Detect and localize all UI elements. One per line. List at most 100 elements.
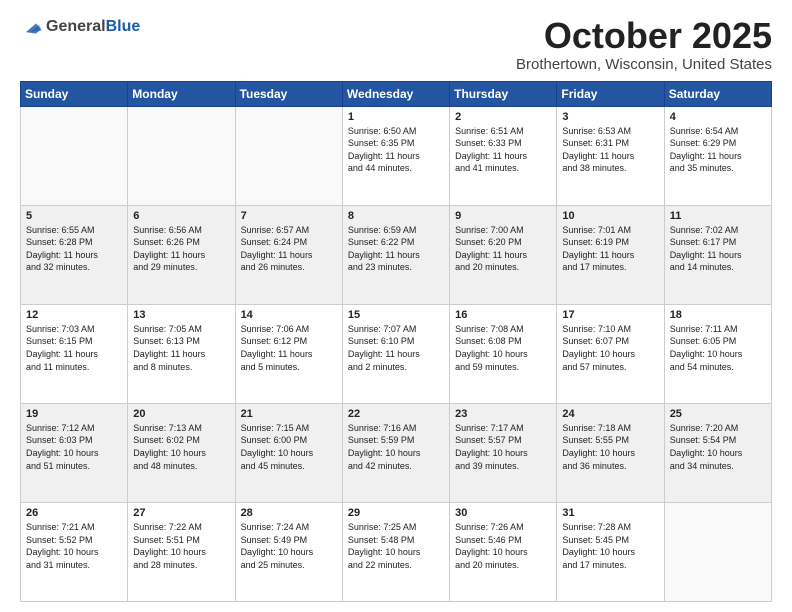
day-number: 26 — [26, 507, 122, 519]
day-number: 9 — [455, 210, 551, 222]
day-number: 4 — [670, 111, 766, 123]
day-info: Sunrise: 7:22 AM Sunset: 5:51 PM Dayligh… — [133, 521, 229, 571]
day-info: Sunrise: 7:02 AM Sunset: 6:17 PM Dayligh… — [670, 224, 766, 274]
calendar-cell: 27Sunrise: 7:22 AM Sunset: 5:51 PM Dayli… — [128, 502, 235, 601]
calendar-cell: 13Sunrise: 7:05 AM Sunset: 6:13 PM Dayli… — [128, 304, 235, 403]
day-info: Sunrise: 6:57 AM Sunset: 6:24 PM Dayligh… — [241, 224, 337, 274]
day-info: Sunrise: 7:16 AM Sunset: 5:59 PM Dayligh… — [348, 422, 444, 472]
logo: GeneralBlue — [20, 16, 140, 38]
calendar-cell: 26 Sunrise: 7:21 AM Sunset: 5:52 PM Dayli… — [21, 502, 128, 601]
day-number: 18 — [670, 309, 766, 321]
day-info: Sunrise: 7:10 AM Sunset: 6:07 PM Dayligh… — [562, 323, 658, 373]
day-info: Sunrise: 7:11 AM Sunset: 6:05 PM Dayligh… — [670, 323, 766, 373]
calendar-cell: 5 Sunrise: 6:55 AM Sunset: 6:28 PM Daylig… — [21, 205, 128, 304]
calendar-week-2: 12 Sunrise: 7:03 AM Sunset: 6:15 PM Dayli… — [21, 304, 772, 403]
day-number: 3 — [562, 111, 658, 123]
calendar-table: Sunday Monday Tuesday Wednesday Thursday… — [20, 81, 772, 602]
calendar-cell — [664, 502, 771, 601]
calendar-cell: 2 Sunrise: 6:51 AM Sunset: 6:33 PM Daylig… — [450, 106, 557, 205]
day-info: Sunrise: 7:17 AM Sunset: 5:57 PM Dayligh… — [455, 422, 551, 472]
calendar-cell: 18 Sunrise: 7:11 AM Sunset: 6:05 PM Dayli… — [664, 304, 771, 403]
day-info: Sunrise: 6:50 AM Sunset: 6:35 PM Dayligh… — [348, 125, 444, 175]
day-number: 14 — [241, 309, 337, 321]
day-info: Sunrise: 7:01 AM Sunset: 6:19 PM Dayligh… — [562, 224, 658, 274]
day-info: Sunrise: 7:28 AM Sunset: 5:45 PM Dayligh… — [562, 521, 658, 571]
calendar-cell: 10Sunrise: 7:01 AM Sunset: 6:19 PM Dayli… — [557, 205, 664, 304]
day-number: 5 — [26, 210, 122, 222]
col-wednesday: Wednesday — [342, 81, 449, 106]
day-number: 22 — [348, 408, 444, 420]
day-info: Sunrise: 7:18 AM Sunset: 5:55 PM Dayligh… — [562, 422, 658, 472]
day-number: 17 — [562, 309, 658, 321]
day-number: 23 — [455, 408, 551, 420]
calendar-cell: 1 Sunrise: 6:50 AM Sunset: 6:35 PM Daylig… — [342, 106, 449, 205]
col-thursday: Thursday — [450, 81, 557, 106]
col-monday: Monday — [128, 81, 235, 106]
day-number: 12 — [26, 309, 122, 321]
calendar-cell: 11 Sunrise: 7:02 AM Sunset: 6:17 PM Dayli… — [664, 205, 771, 304]
calendar-header-row: Sunday Monday Tuesday Wednesday Thursday… — [21, 81, 772, 106]
day-info: Sunrise: 6:54 AM Sunset: 6:29 PM Dayligh… — [670, 125, 766, 175]
day-number: 13 — [133, 309, 229, 321]
calendar-cell: 17 Sunrise: 7:10 AM Sunset: 6:07 PM Dayli… — [557, 304, 664, 403]
day-info: Sunrise: 6:55 AM Sunset: 6:28 PM Dayligh… — [26, 224, 122, 274]
day-number: 6 — [133, 210, 229, 222]
day-number: 21 — [241, 408, 337, 420]
day-info: Sunrise: 7:15 AM Sunset: 6:00 PM Dayligh… — [241, 422, 337, 472]
day-info: Sunrise: 7:25 AM Sunset: 5:48 PM Dayligh… — [348, 521, 444, 571]
day-info: Sunrise: 7:06 AM Sunset: 6:12 PM Dayligh… — [241, 323, 337, 373]
col-friday: Friday — [557, 81, 664, 106]
day-number: 29 — [348, 507, 444, 519]
calendar-cell: 21 Sunrise: 7:15 AM Sunset: 6:00 PM Dayli… — [235, 403, 342, 502]
day-info: Sunrise: 6:56 AM Sunset: 6:26 PM Dayligh… — [133, 224, 229, 274]
calendar-week-3: 19Sunrise: 7:12 AM Sunset: 6:03 PM Dayli… — [21, 403, 772, 502]
logo-icon — [20, 16, 42, 38]
calendar-week-4: 26 Sunrise: 7:21 AM Sunset: 5:52 PM Dayli… — [21, 502, 772, 601]
logo-general-text: General — [46, 18, 106, 35]
day-number: 16 — [455, 309, 551, 321]
day-number: 19 — [26, 408, 122, 420]
page: GeneralBlue October 2025 Brothertown, Wi… — [0, 0, 792, 612]
calendar-cell: 25 Sunrise: 7:20 AM Sunset: 5:54 PM Dayli… — [664, 403, 771, 502]
calendar-cell — [128, 106, 235, 205]
logo-blue-text: Blue — [106, 18, 141, 35]
month-title: October 2025 — [516, 16, 772, 56]
day-number: 20 — [133, 408, 229, 420]
day-info: Sunrise: 6:59 AM Sunset: 6:22 PM Dayligh… — [348, 224, 444, 274]
calendar-cell — [235, 106, 342, 205]
day-info: Sunrise: 7:07 AM Sunset: 6:10 PM Dayligh… — [348, 323, 444, 373]
calendar-cell: 8 Sunrise: 6:59 AM Sunset: 6:22 PM Daylig… — [342, 205, 449, 304]
day-info: Sunrise: 6:51 AM Sunset: 6:33 PM Dayligh… — [455, 125, 551, 175]
calendar-cell: 29 Sunrise: 7:25 AM Sunset: 5:48 PM Dayli… — [342, 502, 449, 601]
col-saturday: Saturday — [664, 81, 771, 106]
day-info: Sunrise: 7:03 AM Sunset: 6:15 PM Dayligh… — [26, 323, 122, 373]
day-info: Sunrise: 7:13 AM Sunset: 6:02 PM Dayligh… — [133, 422, 229, 472]
calendar-cell: 6 Sunrise: 6:56 AM Sunset: 6:26 PM Daylig… — [128, 205, 235, 304]
day-info: Sunrise: 7:20 AM Sunset: 5:54 PM Dayligh… — [670, 422, 766, 472]
day-number: 1 — [348, 111, 444, 123]
day-info: Sunrise: 7:21 AM Sunset: 5:52 PM Dayligh… — [26, 521, 122, 571]
calendar-cell: 7 Sunrise: 6:57 AM Sunset: 6:24 PM Daylig… — [235, 205, 342, 304]
day-number: 2 — [455, 111, 551, 123]
calendar-cell: 12 Sunrise: 7:03 AM Sunset: 6:15 PM Dayli… — [21, 304, 128, 403]
day-number: 25 — [670, 408, 766, 420]
calendar-cell: 14 Sunrise: 7:06 AM Sunset: 6:12 PM Dayli… — [235, 304, 342, 403]
calendar-cell: 24Sunrise: 7:18 AM Sunset: 5:55 PM Dayli… — [557, 403, 664, 502]
day-number: 7 — [241, 210, 337, 222]
calendar-cell: 3 Sunrise: 6:53 AM Sunset: 6:31 PM Daylig… — [557, 106, 664, 205]
calendar-cell: 4 Sunrise: 6:54 AM Sunset: 6:29 PM Daylig… — [664, 106, 771, 205]
day-number: 11 — [670, 210, 766, 222]
day-number: 28 — [241, 507, 337, 519]
calendar-cell: 31 Sunrise: 7:28 AM Sunset: 5:45 PM Dayli… — [557, 502, 664, 601]
calendar-week-1: 5 Sunrise: 6:55 AM Sunset: 6:28 PM Daylig… — [21, 205, 772, 304]
day-info: Sunrise: 7:00 AM Sunset: 6:20 PM Dayligh… — [455, 224, 551, 274]
day-number: 31 — [562, 507, 658, 519]
day-number: 8 — [348, 210, 444, 222]
day-number: 30 — [455, 507, 551, 519]
day-info: Sunrise: 6:53 AM Sunset: 6:31 PM Dayligh… — [562, 125, 658, 175]
header: GeneralBlue October 2025 Brothertown, Wi… — [20, 16, 772, 73]
day-info: Sunrise: 7:24 AM Sunset: 5:49 PM Dayligh… — [241, 521, 337, 571]
day-info: Sunrise: 7:08 AM Sunset: 6:08 PM Dayligh… — [455, 323, 551, 373]
calendar-cell: 15Sunrise: 7:07 AM Sunset: 6:10 PM Dayli… — [342, 304, 449, 403]
title-block: October 2025 Brothertown, Wisconsin, Uni… — [516, 16, 772, 73]
